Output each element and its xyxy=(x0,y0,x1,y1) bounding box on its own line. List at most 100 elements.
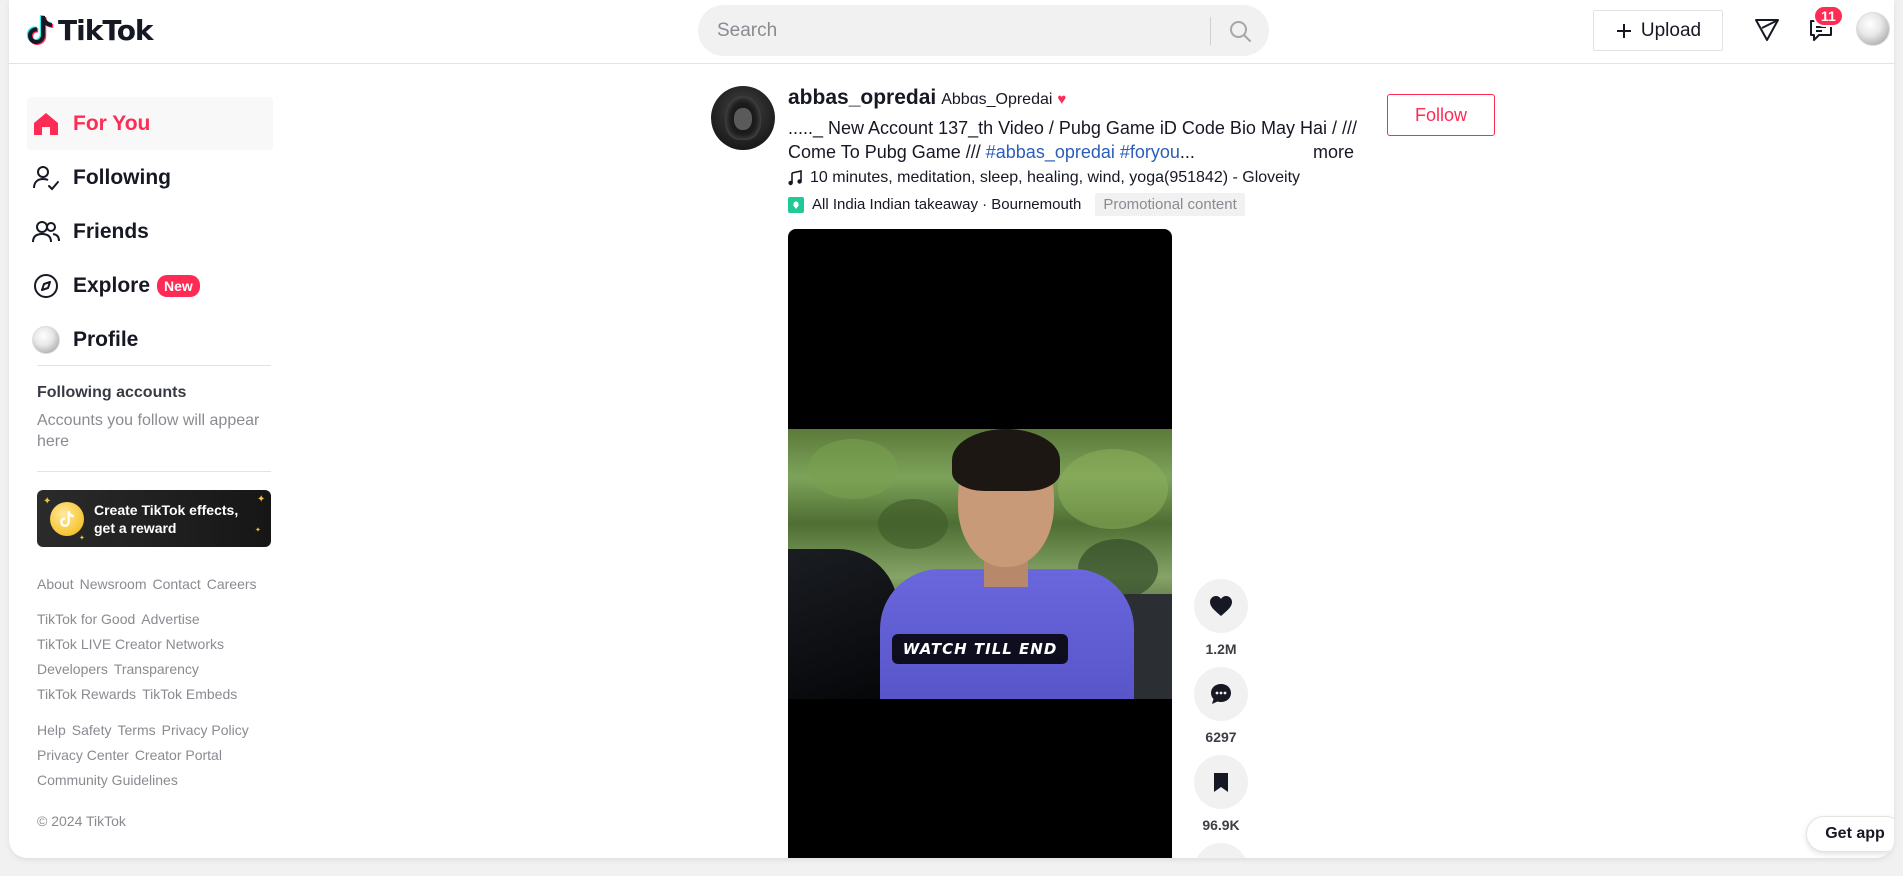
location-pin-icon xyxy=(788,196,804,213)
footer-link[interactable]: TikTok LIVE Creator Networks xyxy=(37,636,224,652)
logo-text: TikTok xyxy=(58,13,154,47)
sidebar-item-label: Profile xyxy=(73,327,139,351)
share-action[interactable] xyxy=(1193,843,1249,858)
save-button[interactable] xyxy=(1194,755,1248,809)
get-app-button[interactable]: Get app xyxy=(1806,816,1894,852)
footer-link[interactable]: Privacy Center xyxy=(37,747,129,763)
footer-link[interactable]: Help xyxy=(37,722,66,738)
save-action[interactable]: 96.9K xyxy=(1193,755,1249,833)
search-icon xyxy=(1230,21,1251,42)
footer-links-group-3: Help Safety Terms Privacy Policy Privacy Ce… xyxy=(37,718,277,793)
search-input[interactable] xyxy=(698,5,1198,56)
following-accounts-note: Accounts you follow will appear here xyxy=(37,412,260,450)
footer-link[interactable]: Community Guidelines xyxy=(37,772,178,788)
post-info: abbas_opredai Abbɑs_Opredai ♥ ....._ New… xyxy=(788,86,1358,216)
video-player[interactable]: WATCH TILL END xyxy=(788,229,1172,858)
inbox-badge: 11 xyxy=(1813,5,1844,27)
footer-link[interactable]: TikTok Embeds xyxy=(142,686,237,702)
comment-count: 6297 xyxy=(1205,729,1237,745)
search-bar xyxy=(698,5,1269,56)
tiktok-coin-icon xyxy=(50,501,84,536)
tiktok-logo[interactable]: TikTok xyxy=(26,10,154,50)
sparkle-icon: ✦ xyxy=(255,527,261,534)
following-icon xyxy=(27,164,73,192)
top-bar: TikTok Upload 11 xyxy=(9,0,1894,64)
upload-button[interactable]: Upload xyxy=(1593,10,1723,51)
plus-icon xyxy=(1616,23,1631,38)
footer-link[interactable]: TikTok Rewards xyxy=(37,686,136,702)
footer-links-group-1: About Newsroom Contact Careers xyxy=(37,572,277,597)
hashtag-links[interactable]: #abbas_opredai #foryou xyxy=(986,142,1180,162)
profile-avatar[interactable] xyxy=(1856,12,1890,46)
create-effects-banner[interactable]: ✦ ✦ ✦ ✦ Create TikTok effects, get a rew… xyxy=(37,490,271,547)
like-button[interactable] xyxy=(1194,579,1248,633)
sidebar-item-for-you[interactable]: For You xyxy=(27,97,273,150)
sidebar-item-label: For You xyxy=(73,111,151,135)
footer-link[interactable]: Advertise xyxy=(141,611,199,627)
like-count: 1.2M xyxy=(1205,641,1237,657)
heart-emoji-icon: ♥ xyxy=(1057,91,1067,108)
author-avatar[interactable] xyxy=(711,86,775,150)
compass-icon xyxy=(27,272,73,300)
more-button[interactable]: more xyxy=(1312,140,1354,164)
app-window: TikTok Upload 11 For You xyxy=(9,0,1894,858)
footer-links-group-2: TikTok for Good Advertise TikTok LIVE Cre… xyxy=(37,607,277,707)
sidebar: For You Following Friends Explore New Pr… xyxy=(19,64,281,844)
location-label[interactable]: All India Indian takeaway · Bournemouth xyxy=(812,196,1081,213)
music-note-icon xyxy=(788,170,802,186)
sidebar-item-profile[interactable]: Profile xyxy=(27,313,273,366)
sidebar-item-explore[interactable]: Explore New xyxy=(27,259,273,312)
comment-button[interactable] xyxy=(1194,667,1248,721)
comment-icon xyxy=(1211,684,1231,704)
save-count: 96.9K xyxy=(1202,817,1240,833)
footer-link[interactable]: TikTok for Good xyxy=(37,611,135,627)
tiktok-note-icon xyxy=(26,15,54,45)
following-accounts-heading: Following accounts xyxy=(37,384,187,401)
upload-label: Upload xyxy=(1640,19,1702,41)
divider xyxy=(37,365,271,366)
footer-link[interactable]: Transparency xyxy=(114,661,199,677)
caption-ellipsis: ... xyxy=(1179,142,1195,162)
footer-link[interactable]: Careers xyxy=(207,576,257,592)
search-button[interactable] xyxy=(1222,14,1258,48)
footer-link[interactable]: Newsroom xyxy=(80,576,147,592)
footer-link[interactable]: Privacy Policy xyxy=(162,722,249,738)
share-button[interactable] xyxy=(1194,843,1248,858)
heart-icon xyxy=(1210,596,1232,616)
video-caption-overlay: WATCH TILL END xyxy=(892,634,1068,664)
post-caption: ....._ New Account 137_th Video / Pubg G… xyxy=(788,116,1358,164)
comment-action[interactable]: 6297 xyxy=(1193,667,1249,745)
home-icon xyxy=(27,110,73,138)
sparkle-icon: ✦ xyxy=(257,494,266,505)
promotional-content-tag: Promotional content xyxy=(1095,193,1245,216)
author-nickname[interactable]: Abbɑs_Opredai xyxy=(941,91,1052,109)
like-action[interactable]: 1.2M xyxy=(1193,579,1249,657)
copyright: © 2024 TikTok xyxy=(37,813,126,829)
music-title: 10 minutes, meditation, sleep, healing, … xyxy=(810,169,1301,186)
footer-link[interactable]: Developers xyxy=(37,661,108,677)
sidebar-item-label: Explore xyxy=(73,273,151,297)
avatar xyxy=(32,325,60,354)
friends-icon xyxy=(27,218,73,246)
music-row[interactable]: 10 minutes, meditation, sleep, healing, … xyxy=(788,169,1358,187)
footer-link[interactable]: About xyxy=(37,576,74,592)
sidebar-item-following[interactable]: Following xyxy=(27,151,273,204)
sidebar-item-label: Friends xyxy=(73,219,149,243)
footer-link[interactable]: Creator Portal xyxy=(135,747,222,763)
footer-link[interactable]: Safety xyxy=(72,722,112,738)
effects-banner-line2: get a reward xyxy=(94,519,177,536)
sparkle-icon: ✦ xyxy=(79,535,85,542)
bookmark-icon xyxy=(1214,773,1228,792)
sparkle-icon: ✦ xyxy=(43,496,52,507)
sidebar-item-label: Following xyxy=(73,165,171,189)
follow-button[interactable]: Follow xyxy=(1387,94,1495,136)
video-frame: WATCH TILL END xyxy=(788,429,1172,699)
footer-link[interactable]: Terms xyxy=(118,722,156,738)
divider xyxy=(37,471,271,472)
caption-line-1: ....._ New Account 137_th Video / Pubg G… xyxy=(788,118,1357,138)
sidebar-item-friends[interactable]: Friends xyxy=(27,205,273,258)
author-username[interactable]: abbas_opredai xyxy=(788,86,936,110)
footer-link[interactable]: Contact xyxy=(153,576,201,592)
messages-button[interactable] xyxy=(1751,14,1783,46)
search-divider xyxy=(1210,17,1211,45)
